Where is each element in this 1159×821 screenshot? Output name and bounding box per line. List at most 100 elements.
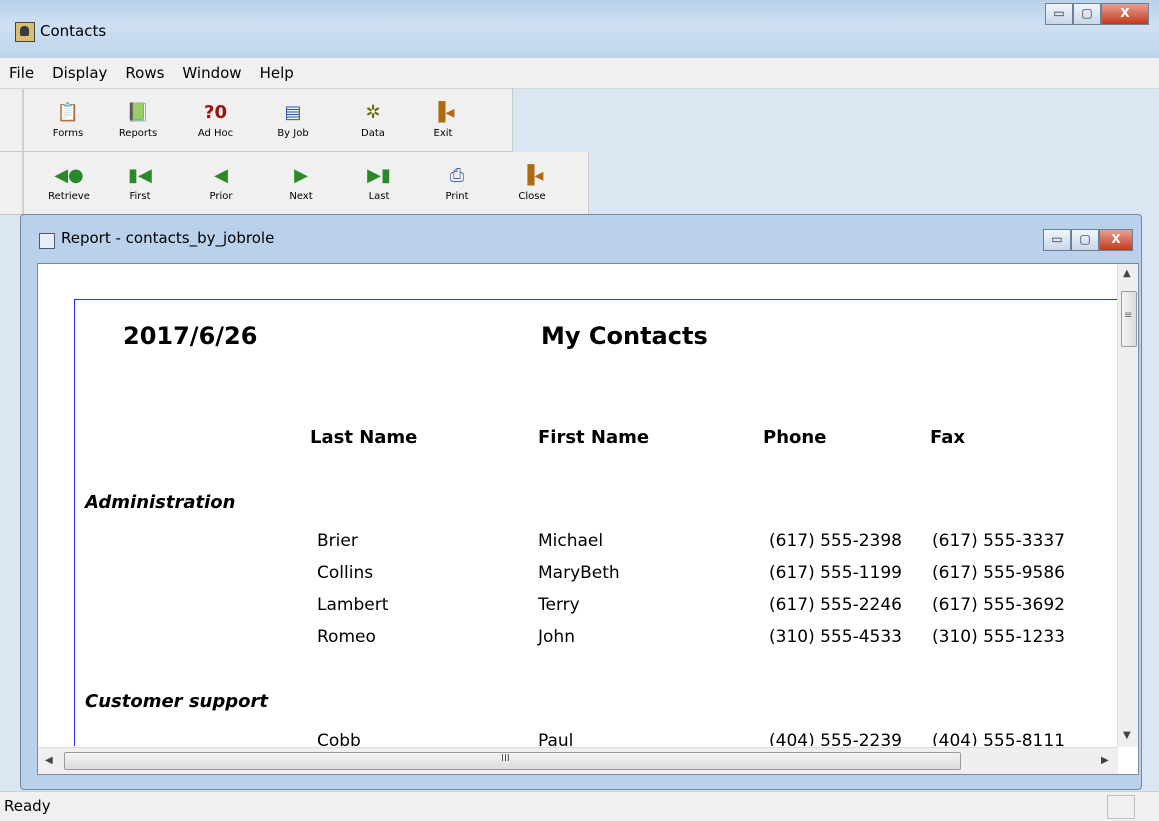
cell-first-name: Michael (538, 531, 604, 551)
horizontal-scrollbar[interactable]: ◀ III ▶ (38, 747, 1118, 774)
prior-label: Prior (209, 191, 233, 202)
report-viewer: 2017/6/26 My Contacts Last Name First Na… (37, 263, 1139, 775)
horizontal-scroll-thumb[interactable]: III (64, 752, 961, 770)
forms-label: Forms (52, 128, 84, 139)
retrieve-button[interactable]: ◀● Retrieve (38, 152, 100, 214)
cell-last-name: Collins (317, 563, 374, 583)
cell-last-name: Cobb (317, 731, 361, 746)
report-date: 2017/6/26 (123, 322, 258, 350)
next-button[interactable]: ▶ Next (262, 152, 340, 214)
data-button[interactable]: ✲ Data (333, 89, 413, 151)
adhoc-button[interactable]: ?0 Ad Hoc (178, 89, 253, 151)
close-door-icon: ▐◂ (520, 165, 544, 186)
print-button[interactable]: ⎙ Print (418, 152, 496, 214)
navigation-toolbar: ◀● Retrieve ▮◀ First ◀ Prior ▶ Next ▶▮ Last ⎙… (0, 152, 589, 215)
print-icon: ⎙ (449, 165, 465, 186)
close-report-button[interactable]: ▐◂ Close (496, 152, 568, 214)
menu-display[interactable]: Display (43, 64, 116, 82)
header-phone: Phone (763, 427, 827, 448)
status-pane (1107, 795, 1135, 819)
last-icon: ▶▮ (367, 165, 391, 186)
forms-icon: 📋 (56, 102, 80, 123)
byjob-button[interactable]: ▤ By Job (253, 89, 333, 151)
cell-fax: (617) 555-3337 (932, 531, 1065, 551)
group-header-customer-support: Customer support (85, 691, 268, 712)
forms-button[interactable]: 📋 Forms (38, 89, 98, 151)
report-window-icon (39, 233, 55, 249)
cell-phone: (404) 555-2239 (769, 731, 902, 746)
header-first-name: First Name (538, 427, 650, 448)
cell-phone: (617) 555-2398 (769, 531, 902, 551)
horizontal-grip-icon: III (501, 753, 510, 764)
exit-icon: ▐◂ (431, 102, 455, 123)
vertical-scroll-thumb[interactable]: ≡ (1121, 291, 1137, 347)
data-icon: ✲ (365, 102, 381, 123)
report-window-controls: ▭ ▢ X (1043, 229, 1133, 251)
cell-last-name: Romeo (317, 627, 376, 647)
contacts-app-icon (15, 22, 35, 42)
reports-button[interactable]: 📗 Reports (98, 89, 178, 151)
cell-last-name: Brier (317, 531, 358, 551)
report-maximize-button[interactable]: ▢ (1071, 229, 1099, 251)
scroll-down-icon[interactable]: ▼ (1123, 730, 1131, 741)
exit-label: Exit (433, 128, 453, 139)
scroll-right-icon[interactable]: ▶ (1101, 755, 1109, 766)
scroll-left-icon[interactable]: ◀ (45, 755, 53, 766)
cell-first-name: John (538, 627, 575, 647)
minimize-button[interactable]: ▭ (1045, 3, 1073, 25)
cell-first-name: Terry (538, 595, 580, 615)
window-title: Contacts (40, 22, 107, 40)
first-label: First (129, 191, 151, 202)
report-title: My Contacts (541, 322, 708, 350)
group-header-administration: Administration (85, 492, 236, 513)
last-button[interactable]: ▶▮ Last (340, 152, 418, 214)
report-minimize-button[interactable]: ▭ (1043, 229, 1071, 251)
menu-bar: File Display Rows Window Help (0, 58, 1159, 89)
prior-icon: ◀ (214, 165, 228, 186)
maximize-button[interactable]: ▢ (1073, 3, 1101, 25)
vertical-grip-icon: ≡ (1124, 310, 1133, 321)
last-label: Last (368, 191, 390, 202)
data-label: Data (361, 128, 385, 139)
first-button[interactable]: ▮◀ First (100, 152, 180, 214)
cell-fax: (404) 555-8111 (932, 731, 1065, 746)
title-bar: Contacts ▭ ▢ X (0, 0, 1159, 58)
status-bar: Ready (0, 791, 1159, 821)
cell-phone: (617) 555-1199 (769, 563, 902, 583)
cell-first-name: Paul (538, 731, 574, 746)
app-window: Contacts ▭ ▢ X File Display Rows Window … (0, 0, 1159, 821)
menu-rows[interactable]: Rows (116, 64, 173, 82)
toolbar-grip[interactable] (22, 89, 38, 151)
main-toolbar: 📋 Forms 📗 Reports ?0 Ad Hoc ▤ By Job ✲ Data ▐… (0, 89, 513, 152)
close-button[interactable]: X (1101, 3, 1149, 25)
print-label: Print (445, 191, 469, 202)
menu-window[interactable]: Window (173, 64, 250, 82)
reports-label: Reports (118, 128, 158, 139)
scroll-up-icon[interactable]: ▲ (1123, 268, 1131, 279)
header-last-name: Last Name (310, 427, 418, 448)
cell-fax: (310) 555-1233 (932, 627, 1065, 647)
next-icon: ▶ (294, 165, 308, 186)
prior-button[interactable]: ◀ Prior (180, 152, 262, 214)
retrieve-icon: ◀● (54, 165, 84, 186)
report-window: Report - contacts_by_jobrole ▭ ▢ X 2017/… (20, 214, 1142, 790)
status-text: Ready (4, 797, 51, 815)
report-page: 2017/6/26 My Contacts Last Name First Na… (74, 299, 1119, 746)
cell-first-name: MaryBeth (538, 563, 620, 583)
retrieve-label: Retrieve (48, 191, 90, 202)
cell-phone: (310) 555-4533 (769, 627, 902, 647)
close-label: Close (518, 191, 546, 202)
cell-fax: (617) 555-9586 (932, 563, 1065, 583)
cell-phone: (617) 555-2246 (769, 595, 902, 615)
exit-button[interactable]: ▐◂ Exit (413, 89, 473, 151)
adhoc-icon: ?0 (204, 102, 227, 123)
toolbar-grip[interactable] (22, 152, 38, 214)
menu-file[interactable]: File (0, 64, 43, 82)
cell-last-name: Lambert (317, 595, 389, 615)
report-close-button[interactable]: X (1099, 229, 1133, 251)
menu-help[interactable]: Help (251, 64, 303, 82)
window-controls: ▭ ▢ X (1045, 3, 1149, 25)
byjob-label: By Job (277, 128, 309, 139)
cell-fax: (617) 555-3692 (932, 595, 1065, 615)
vertical-scrollbar[interactable]: ▲ ≡ ▼ (1117, 264, 1138, 747)
